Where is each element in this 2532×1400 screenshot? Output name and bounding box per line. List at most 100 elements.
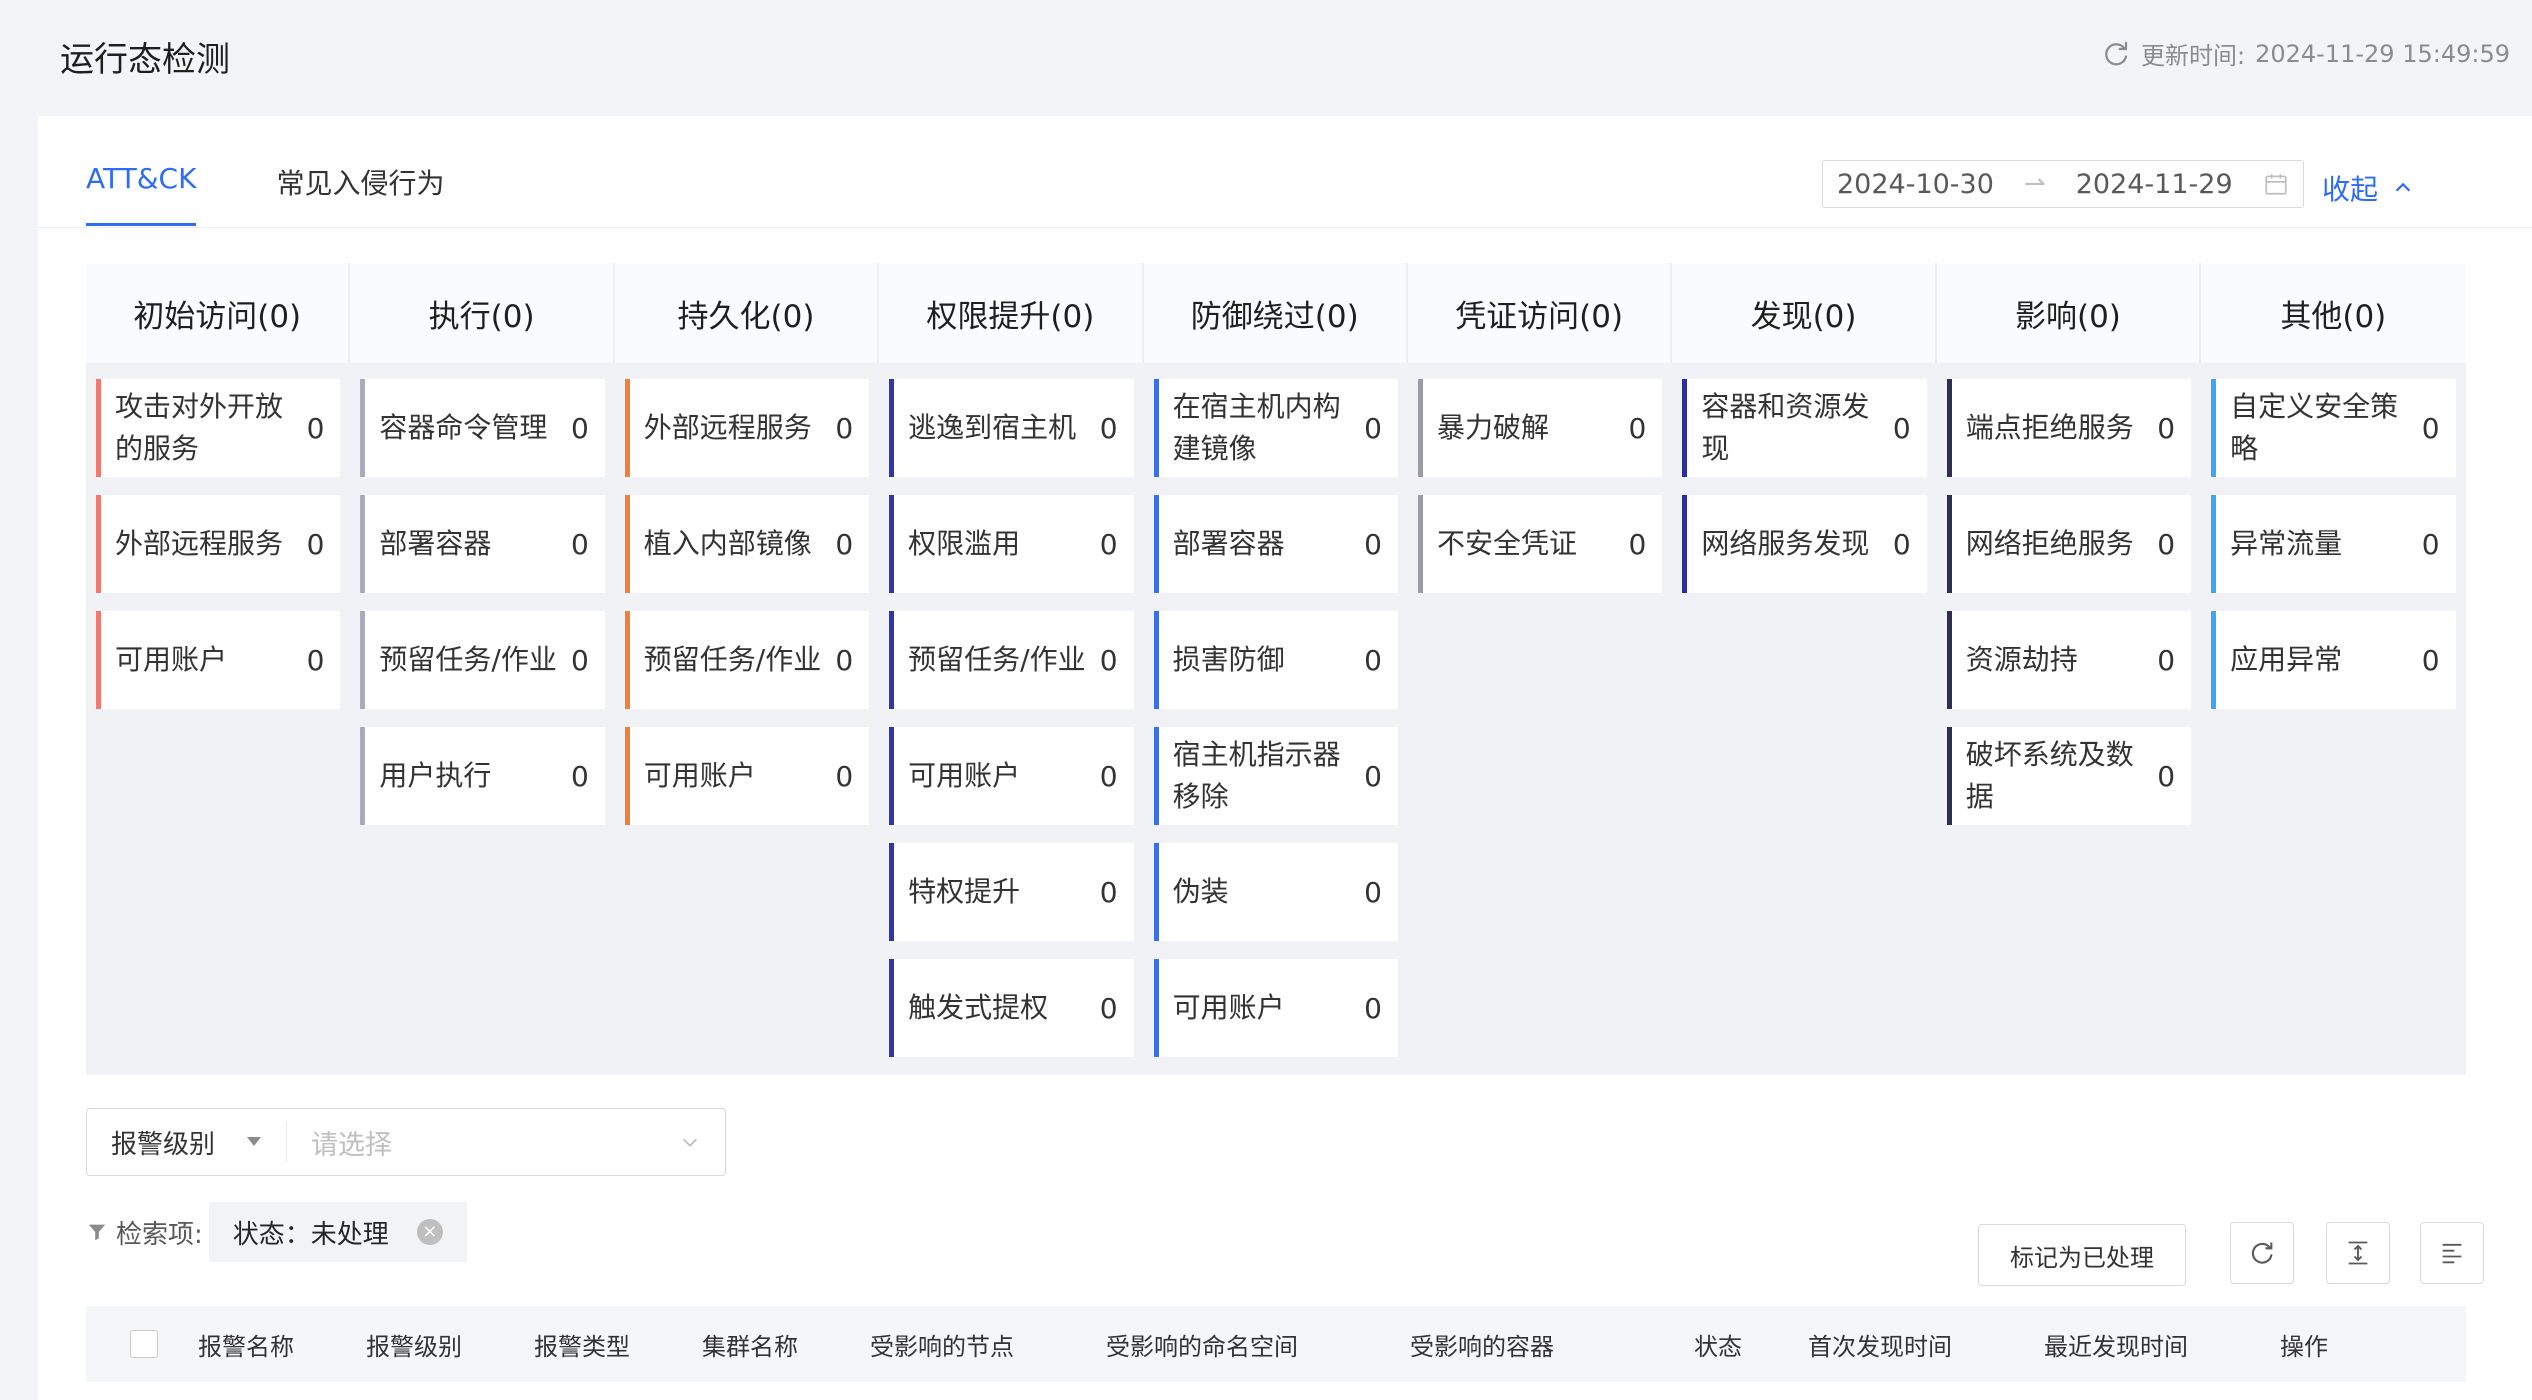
technique-count: 0: [570, 527, 589, 561]
technique-cell[interactable]: 触发式提权 0: [889, 959, 1134, 1057]
technique-cell[interactable]: 外部远程服务 0: [96, 495, 341, 593]
technique-count: 0: [1628, 411, 1647, 445]
technique-label: 攻击对外开放的服务: [115, 390, 284, 465]
technique-label: 自定义安全策略: [2230, 390, 2399, 465]
technique-cell[interactable]: 暴力破解 0: [1417, 379, 1663, 477]
technique-cell[interactable]: 资源劫持 0: [1946, 611, 2192, 709]
technique-cell[interactable]: 容器和资源发现 0: [1682, 379, 1927, 477]
technique-count: 0: [835, 643, 854, 677]
technique-count: 0: [2157, 411, 2176, 445]
tabs-divider: [38, 227, 2532, 228]
technique-cell[interactable]: 可用账户 0: [889, 727, 1134, 825]
collapse-label: 收起: [2322, 173, 2379, 206]
technique-label: 容器命令管理: [379, 411, 548, 444]
matrix-column: 执行(0) 容器命令管理 0 部署容器 0 预留任务/作业 0 用户执行 0: [350, 263, 615, 1075]
matrix-column-title: 防御绕过(0): [1143, 263, 1408, 363]
filter-placeholder: 请选择: [311, 1129, 392, 1161]
technique-cell[interactable]: 伪装 0: [1153, 843, 1398, 941]
technique-cell[interactable]: 部署容器 0: [1153, 495, 1398, 593]
filter-value-select[interactable]: 请选择: [287, 1123, 725, 1162]
date-range-picker[interactable]: 2024-10-30 ⇀ 2024-11-29: [1822, 160, 2304, 208]
page-header: 运行态检测 更新时间: 2024-11-29 15:49:59: [0, 0, 2532, 116]
chevron-down-icon: [682, 1138, 698, 1147]
matrix-column: 发现(0) 容器和资源发现 0 网络服务发现 0: [1672, 263, 1937, 1075]
technique-cell[interactable]: 预留任务/作业 0: [360, 611, 605, 709]
table-column-header: 受影响的命名空间: [1106, 1332, 1298, 1361]
technique-cell[interactable]: 可用账户 0: [1153, 959, 1398, 1057]
technique-cell[interactable]: 不安全凭证 0: [1417, 495, 1663, 593]
technique-cell[interactable]: 可用账户 0: [624, 727, 870, 825]
select-all-checkbox[interactable]: [130, 1330, 158, 1358]
column-settings-button[interactable]: [2420, 1222, 2484, 1284]
technique-count: 0: [1364, 759, 1382, 793]
technique-label: 不安全凭证: [1436, 527, 1577, 560]
technique-cell[interactable]: 端点拒绝服务 0: [1946, 379, 2192, 477]
technique-cell[interactable]: 损害防御 0: [1153, 611, 1398, 709]
matrix-column-title: 初始访问(0): [86, 263, 351, 363]
close-icon[interactable]: ×: [416, 1219, 443, 1245]
technique-label: 逃逸到宿主机: [908, 411, 1077, 444]
technique-count: 0: [570, 759, 589, 793]
technique-cell[interactable]: 特权提升 0: [889, 843, 1134, 941]
calendar-icon: [2265, 174, 2287, 195]
technique-cell[interactable]: 异常流量 0: [2211, 495, 2456, 593]
technique-cell[interactable]: 植入内部镜像 0: [624, 495, 870, 593]
technique-cell[interactable]: 攻击对外开放的服务 0: [96, 379, 341, 477]
technique-cell[interactable]: 预留任务/作业 0: [624, 611, 870, 709]
technique-cell[interactable]: 在宿主机内构建镜像 0: [1153, 379, 1398, 477]
matrix-column: 初始访问(0) 攻击对外开放的服务 0 外部远程服务 0 可用账户 0: [86, 263, 351, 1075]
matrix-column-body: 自定义安全策略 0 异常流量 0 应用异常 0: [2201, 363, 2465, 709]
tab-attck[interactable]: ATT&CK: [86, 162, 197, 226]
technique-cell[interactable]: 部署容器 0: [360, 495, 605, 593]
technique-count: 0: [1099, 643, 1118, 677]
technique-cell[interactable]: 用户执行 0: [360, 727, 605, 825]
technique-cell[interactable]: 应用异常 0: [2211, 611, 2456, 709]
update-time-value: 2024-11-29 15:49:59: [2255, 39, 2510, 68]
technique-count: 0: [2421, 527, 2440, 561]
date-start[interactable]: 2024-10-30: [1837, 169, 1994, 200]
collapse-button[interactable]: 收起: [2322, 168, 2414, 208]
table-column-header: 首次发现时间: [1808, 1332, 1952, 1361]
technique-count: 0: [1099, 527, 1118, 561]
technique-cell[interactable]: 逃逸到宿主机 0: [889, 379, 1134, 477]
technique-cell[interactable]: 破坏系统及数据 0: [1946, 727, 2192, 825]
tab-bar: ATT&CK 常见入侵行为: [86, 162, 444, 226]
technique-cell[interactable]: 容器命令管理 0: [360, 379, 605, 477]
table-column-header: 最近发现时间: [2044, 1332, 2188, 1361]
technique-count: 0: [306, 411, 325, 445]
matrix-column: 影响(0) 端点拒绝服务 0 网络拒绝服务 0 资源劫持 0 破坏系统及数据 0: [1936, 263, 2202, 1075]
filter-type-select[interactable]: 报警级别: [87, 1122, 287, 1162]
technique-label: 可用账户: [115, 643, 228, 676]
technique-label: 可用账户: [1172, 991, 1285, 1024]
technique-count: 0: [2421, 643, 2440, 677]
matrix-column: 其他(0) 自定义安全策略 0 异常流量 0 应用异常 0: [2201, 263, 2466, 1075]
table-column-header: 报警名称: [198, 1332, 294, 1361]
column-height-button[interactable]: [2326, 1222, 2390, 1284]
tab-common-intrusion[interactable]: 常见入侵行为: [276, 162, 444, 226]
technique-cell[interactable]: 外部远程服务 0: [624, 379, 870, 477]
list-settings-icon: [2442, 1243, 2462, 1264]
technique-cell[interactable]: 宿主机指示器移除 0: [1153, 727, 1398, 825]
table-column-header: 报警级别: [366, 1332, 462, 1361]
chip-label: 状态：未处理: [232, 1219, 389, 1250]
reload-button[interactable]: [2230, 1222, 2294, 1284]
technique-label: 权限滥用: [908, 527, 1021, 560]
alert-level-filter[interactable]: 报警级别 请选择: [86, 1108, 726, 1176]
mark-processed-button[interactable]: 标记为已处理: [1978, 1224, 2186, 1286]
matrix-column-body: 端点拒绝服务 0 网络拒绝服务 0 资源劫持 0 破坏系统及数据 0: [1937, 363, 2201, 825]
main-card: ATT&CK 常见入侵行为 2024-10-30 ⇀ 2024-11-29 收起…: [38, 116, 2532, 1400]
technique-cell[interactable]: 网络服务发现 0: [1682, 495, 1927, 593]
technique-count: 0: [1364, 411, 1382, 445]
technique-cell[interactable]: 预留任务/作业 0: [889, 611, 1134, 709]
technique-cell[interactable]: 权限滥用 0: [889, 495, 1134, 593]
date-end[interactable]: 2024-11-29: [2076, 169, 2233, 200]
status-filter-chip: 状态：未处理 ×: [208, 1202, 467, 1262]
technique-cell[interactable]: 自定义安全策略 0: [2211, 379, 2456, 477]
matrix-column-body: 逃逸到宿主机 0 权限滥用 0 预留任务/作业 0 可用账户 0 特权提升 0 触发式提权 0: [879, 363, 1143, 1057]
refresh-icon[interactable]: [2101, 39, 2131, 69]
technique-cell[interactable]: 网络拒绝服务 0: [1946, 495, 2192, 593]
technique-label: 应用异常: [2230, 643, 2343, 676]
technique-cell[interactable]: 可用账户 0: [96, 611, 341, 709]
technique-label: 预留任务/作业: [379, 643, 557, 676]
table-column-header: 受影响的节点: [870, 1332, 1014, 1361]
